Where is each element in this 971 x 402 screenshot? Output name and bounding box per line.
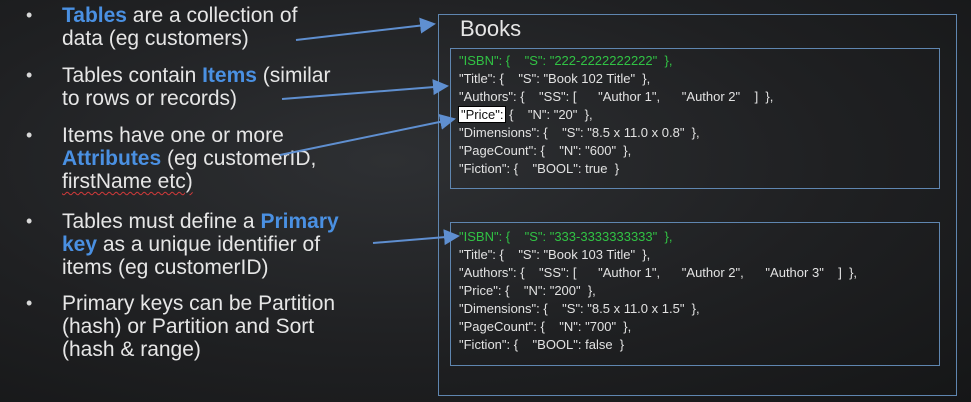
arrow-table [295,17,436,41]
arrow-attribute [279,114,456,156]
arrow-primary-key [372,229,460,246]
connector-arrows [279,17,460,246]
arrow-item [281,79,449,100]
